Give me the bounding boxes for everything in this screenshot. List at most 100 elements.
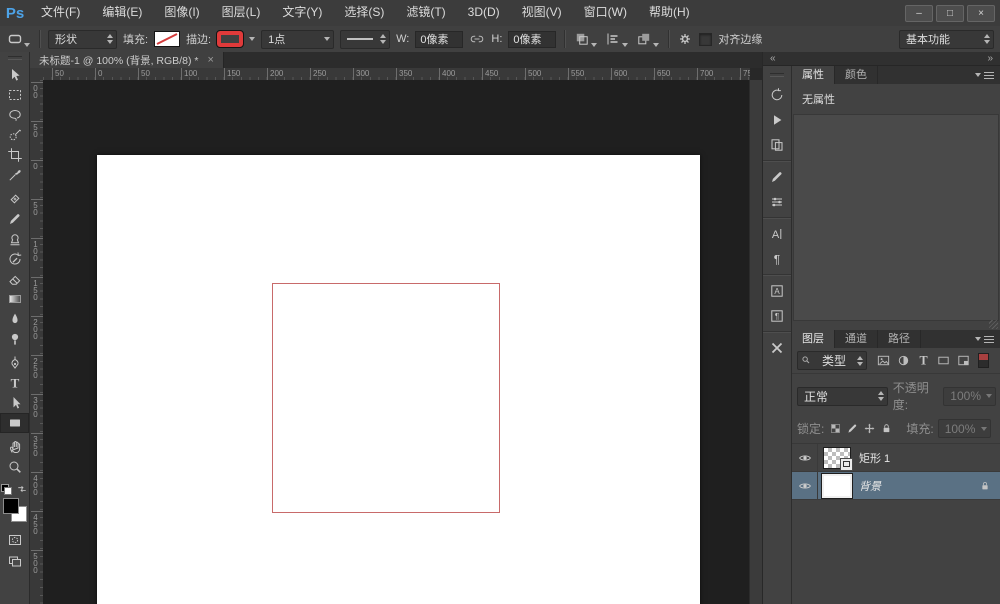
layer-row[interactable]: 背景 [792,472,1000,500]
blend-mode-select[interactable]: 正常 [797,387,888,406]
filter-shape-layers-icon[interactable] [934,353,952,369]
lock-pixels-icon[interactable] [845,421,860,436]
path-arrangement-button[interactable] [635,30,660,48]
layer-name[interactable]: 矩形 1 [859,450,890,466]
properties-tab-0[interactable]: 属性 [792,66,835,84]
align-edges-checkbox[interactable] [699,33,712,46]
crop-tool[interactable] [0,145,29,165]
panel-menu-icon[interactable] [969,66,1000,84]
maximize-button[interactable]: □ [936,5,964,22]
vertical-scrollbar[interactable] [749,80,762,604]
screen-mode-button[interactable] [0,550,29,570]
opacity-select[interactable]: 100% [943,387,996,406]
character-panel-icon[interactable]: A [763,221,791,246]
swap-colors-icon[interactable] [16,483,28,495]
lock-position-icon[interactable] [862,421,877,436]
clone-stamp-tool[interactable] [0,229,29,249]
type-tool[interactable]: T [0,373,29,393]
panel-grip[interactable] [770,73,784,77]
menu-item-3[interactable]: 图层(L) [211,0,272,26]
filter-type-layers-icon[interactable]: T [914,353,932,369]
layers-tab-2[interactable]: 路径 [878,330,921,348]
actions-panel-icon[interactable] [763,107,791,132]
layer-row[interactable]: 矩形 1 [792,444,1000,472]
layer-thumbnail[interactable] [824,476,850,496]
clone-source-panel-icon[interactable] [763,132,791,157]
layer-visibility-eye-icon[interactable] [792,472,818,499]
foreground-color-swatch[interactable] [3,498,19,514]
panel-resize-grip[interactable] [989,320,998,329]
lasso-tool[interactable] [0,105,29,125]
brush-panel-icon[interactable] [763,164,791,189]
filter-smart-objects-icon[interactable] [954,353,972,369]
fill-opacity-select[interactable]: 100% [938,419,991,438]
menu-item-9[interactable]: 窗口(W) [573,0,638,26]
collapse-dock-icon[interactable]: » [987,54,993,64]
lock-transparent-icon[interactable] [828,421,843,436]
path-alignment-button[interactable] [604,30,629,48]
character-styles-panel-icon[interactable]: A [763,278,791,303]
menu-item-7[interactable]: 3D(D) [457,0,511,26]
stroke-width-select[interactable]: 1点 [261,30,334,49]
dodge-tool[interactable] [0,329,29,349]
document-tab[interactable]: 未标题-1 @ 100% (背景, RGB/8) * × [30,52,224,68]
zoom-tool[interactable] [0,457,29,477]
gradient-tool[interactable] [0,289,29,309]
menu-item-2[interactable]: 图像(I) [153,0,210,26]
path-operations-button[interactable] [573,30,598,48]
paragraph-panel-icon[interactable]: ¶ [763,246,791,271]
menu-item-0[interactable]: 文件(F) [30,0,91,26]
close-button[interactable]: × [967,5,995,22]
layer-name[interactable]: 背景 [859,478,881,494]
quick-selection-tool[interactable] [0,125,29,145]
path-selection-tool[interactable] [0,393,29,413]
hand-tool[interactable] [0,437,29,457]
tool-preset-picker[interactable] [6,30,31,48]
properties-tab-1[interactable]: 颜色 [835,66,878,84]
filter-pixel-layers-icon[interactable] [874,353,892,369]
eraser-tool[interactable] [0,269,29,289]
layers-tab-0[interactable]: 图层 [792,330,835,348]
filter-kind-select[interactable]: 类型 [797,351,867,370]
fill-swatch[interactable] [154,31,180,47]
eyedropper-tool[interactable] [0,165,29,185]
gear-icon[interactable] [677,31,693,47]
menu-item-6[interactable]: 滤镜(T) [395,0,456,26]
filter-adjustment-layers-icon[interactable] [894,353,912,369]
tool-mode-select[interactable]: 形状 [48,30,117,49]
layer-visibility-eye-icon[interactable] [792,444,818,471]
menu-item-1[interactable]: 编辑(E) [91,0,153,26]
minimize-button[interactable]: – [905,5,933,22]
rectangle-tool[interactable] [0,413,29,433]
history-panel-icon[interactable] [763,82,791,107]
vertical-ruler[interactable]: 0050050100150200250300350400450500 [30,80,44,604]
swatch-caret-icon[interactable] [249,37,255,41]
default-colors-icon[interactable] [1,484,12,495]
stroke-swatch[interactable] [217,31,243,47]
extensions-panel-icon[interactable] [763,335,791,360]
menu-item-4[interactable]: 文字(Y) [271,0,333,26]
drawn-rectangle-shape[interactable] [272,283,500,513]
menu-item-8[interactable]: 视图(V) [511,0,573,26]
expand-dock-icon[interactable]: « [770,54,776,64]
brush-tool[interactable] [0,209,29,229]
menu-item-5[interactable]: 选择(S) [333,0,395,26]
paragraph-styles-panel-icon[interactable]: ¶ [763,303,791,328]
stroke-type-select[interactable] [340,30,390,49]
quick-mask-button[interactable] [0,530,29,550]
panel-menu-icon[interactable] [969,330,1000,348]
pen-tool[interactable] [0,353,29,373]
workspace-switcher[interactable]: 基本功能 [899,30,994,49]
lock-all-icon[interactable] [879,421,894,436]
move-tool[interactable] [0,65,29,85]
document-canvas[interactable] [97,155,700,604]
tab-close-icon[interactable]: × [207,55,213,66]
brush-presets-panel-icon[interactable] [763,189,791,214]
filter-switch-toggle[interactable] [978,353,989,368]
canvas-viewport[interactable] [43,80,750,604]
menu-item-10[interactable]: 帮助(H) [638,0,701,26]
shape-height-field[interactable]: 0像素 [508,31,556,48]
spot-healing-brush-tool[interactable] [0,189,29,209]
layer-thumbnail[interactable] [824,448,850,468]
link-dimensions-icon[interactable] [469,31,485,47]
